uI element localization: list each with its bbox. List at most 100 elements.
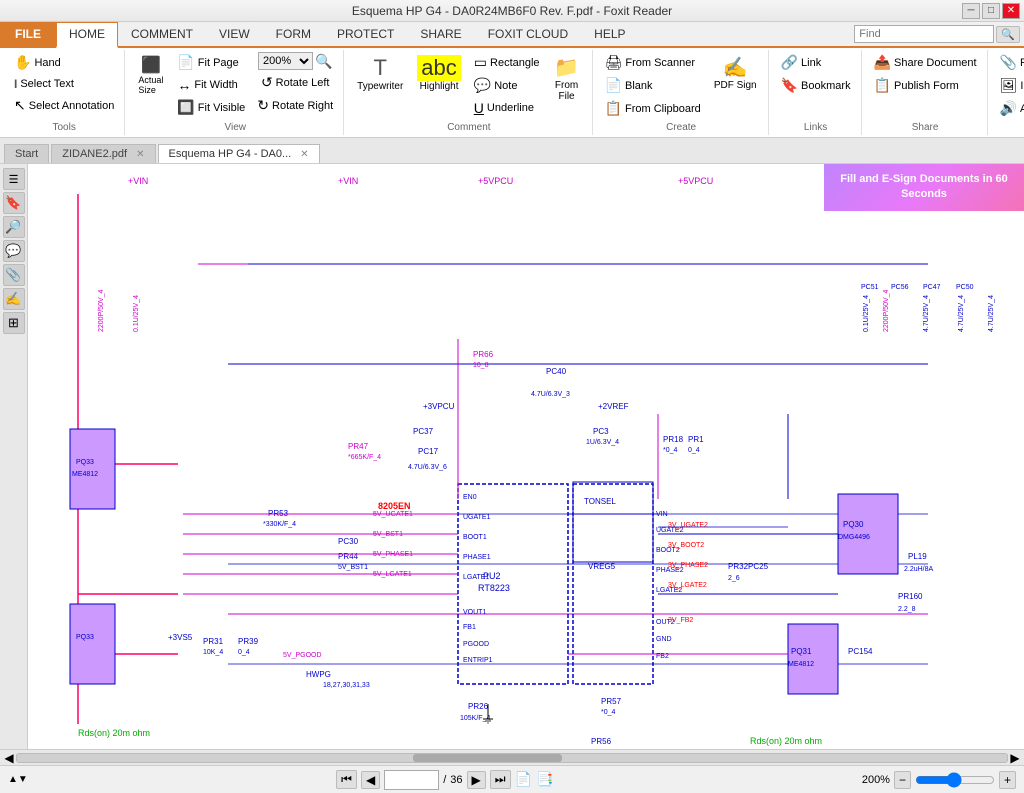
scroll-thumb[interactable] xyxy=(413,754,562,762)
link-button[interactable]: 🔗 Link xyxy=(777,52,855,73)
svg-text:PR57: PR57 xyxy=(601,697,622,706)
typewriter-button[interactable]: T Typewriter xyxy=(352,52,408,95)
current-page-input[interactable]: 29 xyxy=(384,770,439,790)
underline-button[interactable]: U Underline xyxy=(470,98,544,118)
svg-text:3V_BOOT2: 3V_BOOT2 xyxy=(668,542,704,549)
from-scanner-button[interactable]: 🖨 From Scanner xyxy=(601,52,705,73)
tab-foxit-cloud[interactable]: FOXIT CLOUD xyxy=(475,22,581,46)
blank-button[interactable]: 📄 Blank xyxy=(601,75,705,96)
sidebar-search-icon[interactable]: 🔎 xyxy=(3,216,25,238)
scroll-right-button[interactable]: ▶ xyxy=(1008,751,1022,765)
file-attachment-button[interactable]: 📎 File Attachment xyxy=(996,52,1024,73)
page-icon-1: 📄 xyxy=(515,771,532,788)
sidebar-attach-icon[interactable]: 📎 xyxy=(3,264,25,286)
publish-form-button[interactable]: 📋 Publish Form xyxy=(870,75,981,96)
schematic-diagram: +VIN +VIN +5VPCU +5VPCU +3.3V_AL PU2 RT8… xyxy=(28,164,1024,749)
svg-text:PR44: PR44 xyxy=(338,552,359,561)
horizontal-scrollbar[interactable]: ◀ ▶ xyxy=(0,749,1024,765)
scroll-left-button[interactable]: ◀ xyxy=(2,751,16,765)
svg-text:2200P/50V_4: 2200P/50V_4 xyxy=(98,289,105,332)
svg-text:PC56: PC56 xyxy=(891,284,909,291)
sidebar-layers-icon[interactable]: ⊞ xyxy=(3,312,25,334)
audio-video-button[interactable]: 🔊 Audio & Video xyxy=(996,98,1024,119)
svg-text:0.1U/25V_4: 0.1U/25V_4 xyxy=(133,295,140,332)
fit-page-icon: 📄 xyxy=(177,54,194,71)
svg-text:3V_LGATE2: 3V_LGATE2 xyxy=(668,582,707,589)
view-group: ⬛ Actual Size 📄 Fit Page ↔ Fit Width 🔲 F… xyxy=(127,50,344,135)
tab-view[interactable]: VIEW xyxy=(206,22,263,46)
tab-file[interactable]: FILE xyxy=(0,22,56,46)
fill-sign-notice: Fill and E-Sign Documents in 60 Seconds xyxy=(824,164,1024,211)
svg-text:+2VREF: +2VREF xyxy=(598,402,629,411)
search-input[interactable] xyxy=(854,25,994,43)
close-button[interactable]: ✕ xyxy=(1002,3,1020,19)
minimize-button[interactable]: ─ xyxy=(962,3,980,19)
pdf-sign-icon: ✍ xyxy=(723,55,748,80)
zoom-slider[interactable] xyxy=(915,772,995,788)
scroll-track[interactable] xyxy=(16,753,1008,763)
tab-start[interactable]: Start xyxy=(4,144,49,163)
sidebar-nav-icon[interactable]: ☰ xyxy=(3,168,25,190)
tab-home[interactable]: HOME xyxy=(56,22,118,48)
close-tab-zidane[interactable]: ✕ xyxy=(136,149,144,160)
svg-text:0_4: 0_4 xyxy=(688,447,700,454)
svg-text:PC25: PC25 xyxy=(748,562,769,571)
search-button[interactable]: 🔍 xyxy=(996,26,1020,43)
actual-size-button[interactable]: ⬛ Actual Size xyxy=(133,52,169,98)
from-file-icon: 📁 xyxy=(554,55,579,80)
zoom-out-button[interactable]: − xyxy=(894,771,911,789)
tab-share[interactable]: SHARE xyxy=(407,22,474,46)
canvas-area[interactable]: Fill and E-Sign Documents in 60 Seconds … xyxy=(28,164,1024,749)
tab-esquema[interactable]: Esquema HP G4 - DA0... ✕ xyxy=(158,144,320,163)
tab-zidane[interactable]: ZIDANE2.pdf ✕ xyxy=(51,144,155,163)
note-button[interactable]: 💬 Note xyxy=(470,75,544,96)
audio-video-icon: 🔊 xyxy=(1000,100,1017,117)
tab-protect[interactable]: PROTECT xyxy=(324,22,407,46)
zoom-expand-icon[interactable]: 🔍 xyxy=(315,53,332,70)
svg-text:*0_4: *0_4 xyxy=(663,447,678,454)
last-page-button[interactable]: ⏭ xyxy=(490,770,511,789)
svg-text:PC30: PC30 xyxy=(338,537,359,546)
close-tab-esquema[interactable]: ✕ xyxy=(300,149,308,160)
svg-text:Rds(on) 20m ohm: Rds(on) 20m ohm xyxy=(750,736,822,746)
share-document-button[interactable]: 📤 Share Document xyxy=(870,52,981,73)
tab-help[interactable]: HELP xyxy=(581,22,638,46)
from-clipboard-button[interactable]: 📋 From Clipboard xyxy=(601,98,705,119)
next-page-button[interactable]: ▶ xyxy=(467,771,486,789)
rotate-right-button[interactable]: ↻ Rotate Right xyxy=(253,95,337,116)
image-annotation-button[interactable]: 🖼 Image Annotation xyxy=(996,75,1024,96)
rotate-left-button[interactable]: ↺ Rotate Left xyxy=(257,72,334,93)
highlight-button[interactable]: abc Highlight xyxy=(412,52,465,95)
bookmark-button[interactable]: 🔖 Bookmark xyxy=(777,75,855,96)
svg-text:3V_UGATE2: 3V_UGATE2 xyxy=(668,522,708,529)
svg-text:5V_BST1: 5V_BST1 xyxy=(338,564,368,571)
share-doc-icon: 📤 xyxy=(874,54,891,71)
tab-comment[interactable]: COMMENT xyxy=(118,22,206,46)
svg-text:PR18: PR18 xyxy=(663,435,684,444)
tab-form[interactable]: FORM xyxy=(263,22,324,46)
sidebar-sign-icon[interactable]: ✍ xyxy=(3,288,25,310)
main-area: ☰ 🔖 🔎 💬 📎 ✍ ⊞ Fill and E-Sign Documents … xyxy=(0,164,1024,749)
maximize-button[interactable]: □ xyxy=(982,3,1000,19)
hand-tool-button[interactable]: ✋ Hand xyxy=(10,52,118,73)
sidebar-comment-icon[interactable]: 💬 xyxy=(3,240,25,262)
svg-text:PL19: PL19 xyxy=(908,552,927,561)
pdf-sign-button[interactable]: ✍ PDF Sign xyxy=(709,52,762,94)
zoom-in-button[interactable]: + xyxy=(999,771,1016,789)
zoom-select[interactable]: 200% 150% 100% 75% xyxy=(258,52,313,70)
svg-text:GND: GND xyxy=(656,636,672,643)
links-group: 🔗 Link 🔖 Bookmark Links xyxy=(771,50,862,135)
select-annotation-button[interactable]: ↖ Select Annotation xyxy=(10,95,118,116)
svg-text:4.7U/6.3V_3: 4.7U/6.3V_3 xyxy=(531,391,570,398)
from-file-button[interactable]: 📁 From File xyxy=(548,52,586,105)
rectangle-button[interactable]: ▭ Rectangle xyxy=(470,52,544,73)
first-page-button[interactable]: ⏮ xyxy=(336,770,357,789)
sidebar-bookmark-icon[interactable]: 🔖 xyxy=(3,192,25,214)
fit-visible-button[interactable]: 🔲 Fit Visible xyxy=(173,97,249,118)
svg-text:+3VPCU: +3VPCU xyxy=(423,402,455,411)
select-text-button[interactable]: I Select Text xyxy=(10,75,118,93)
fit-page-button[interactable]: 📄 Fit Page xyxy=(173,52,249,73)
prev-page-button[interactable]: ◀ xyxy=(361,771,380,789)
fit-width-button[interactable]: ↔ Fit Width xyxy=(173,75,249,95)
window-title: Esquema HP G4 - DA0R24MB6F0 Rev. F.pdf -… xyxy=(352,4,672,18)
